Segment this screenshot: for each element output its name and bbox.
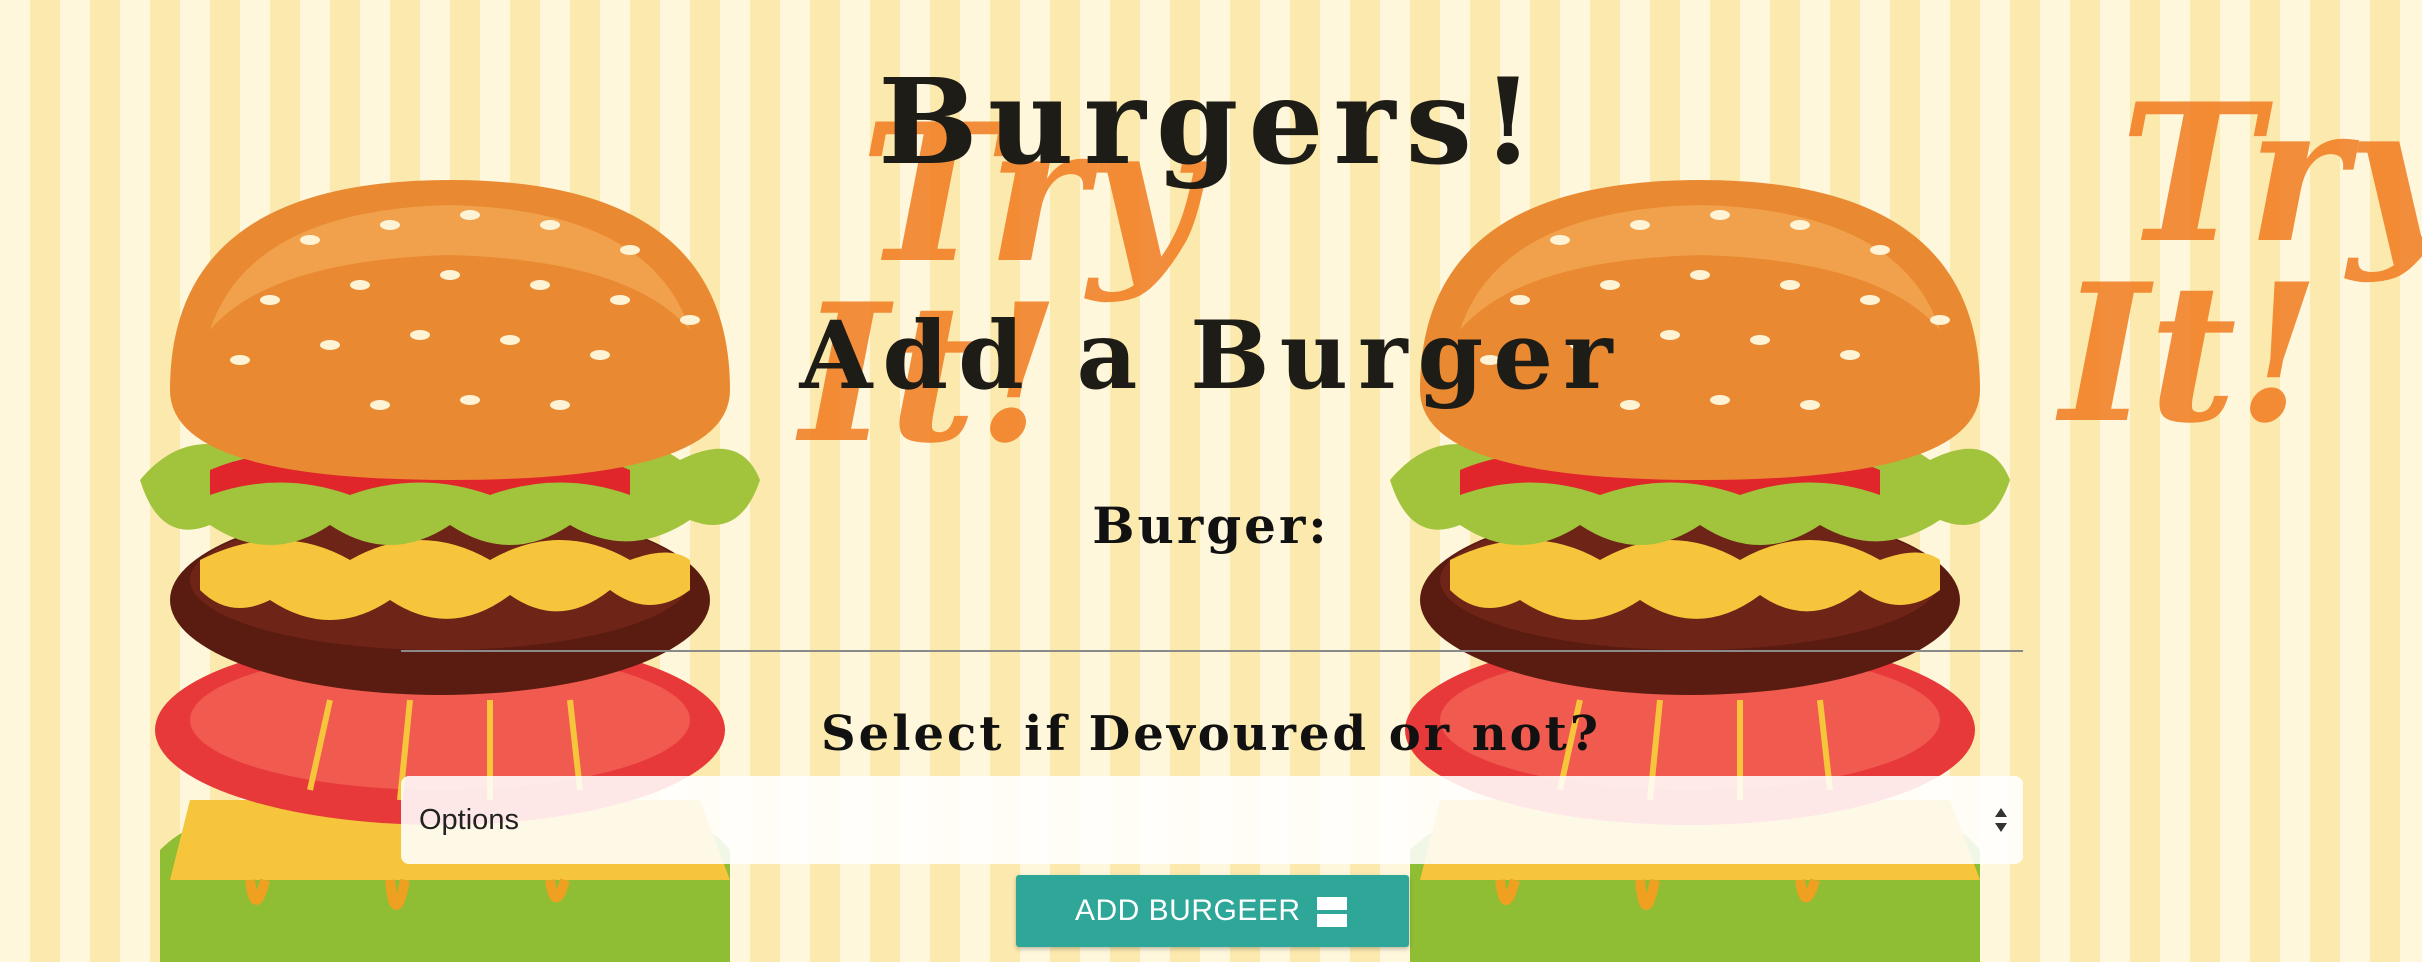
burger-form-page: Burgers! Add a Burger Burger: Select if … <box>0 0 2422 962</box>
burger-name-input[interactable] <box>401 596 2023 652</box>
burger-name-label: Burger: <box>1092 496 1330 555</box>
devoured-select-label: Select if Devoured or not? <box>821 706 1601 762</box>
select-arrows-icon <box>1995 808 2007 832</box>
devoured-select[interactable]: Options <box>401 776 2023 864</box>
storage-icon <box>1317 897 1347 927</box>
add-burger-button[interactable]: ADD BURGEER <box>1016 875 1409 947</box>
devoured-select-value: Options <box>419 804 519 836</box>
form-heading: Add a Burger <box>799 301 1623 411</box>
page-title: Burgers! <box>878 52 1544 191</box>
add-burger-button-label: ADD BURGEER <box>1075 894 1301 927</box>
